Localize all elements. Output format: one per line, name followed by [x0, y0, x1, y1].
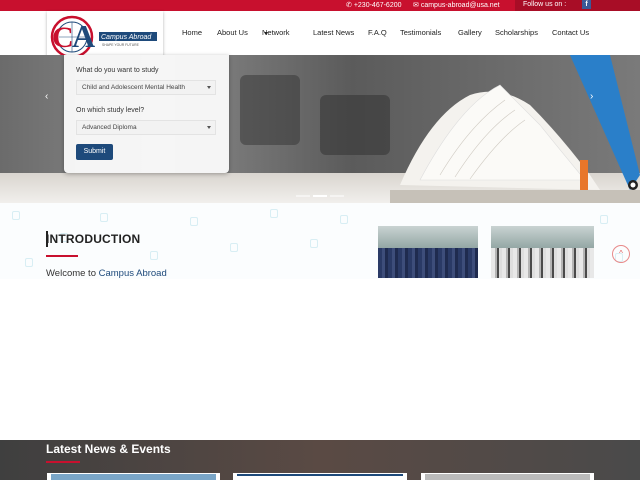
- group-photo-2[interactable]: [491, 226, 594, 278]
- news-card[interactable]: [233, 473, 407, 480]
- nav-testimonials[interactable]: Testimonials: [400, 28, 441, 37]
- slider-dot-active[interactable]: [313, 195, 327, 197]
- phone-icon: ✆: [346, 2, 352, 9]
- follow-us-label: Follow us on :: [515, 0, 640, 11]
- news-card[interactable]: [47, 473, 220, 480]
- submit-button[interactable]: Submit: [76, 144, 113, 160]
- nav-faq[interactable]: F.A.Q: [368, 28, 387, 37]
- news-underline: [46, 461, 80, 463]
- welcome-text: Welcome to Campus Abroad: [46, 268, 167, 279]
- phone-number: +230-467-6200: [353, 2, 402, 9]
- news-card[interactable]: [421, 473, 594, 480]
- email-address: campus-abroad@usa.net: [420, 2, 500, 9]
- latest-news-section: Latest News & Events: [0, 440, 640, 480]
- slider-dot[interactable]: [296, 195, 310, 197]
- logo-letter-a: A: [72, 18, 95, 54]
- top-bar: ✆ +230-467-6200 ✉ campus-abroad@usa.net …: [0, 0, 640, 11]
- news-title: Latest News & Events: [46, 442, 171, 456]
- intro-title: INTRODUCTION: [46, 232, 141, 246]
- logo-name: Campus Abroad: [101, 34, 152, 41]
- study-select[interactable]: Child and Adolescent Mental Health: [76, 80, 216, 95]
- study-label: What do you want to study: [76, 67, 159, 74]
- scroll-top-button[interactable]: ^: [612, 245, 630, 263]
- nav-home[interactable]: Home: [182, 28, 202, 37]
- nav-about-us[interactable]: About Us: [217, 28, 248, 37]
- email-contact[interactable]: ✉ campus-abroad@usa.net: [413, 1, 500, 9]
- group-photo-1[interactable]: [378, 226, 478, 278]
- nav-gallery[interactable]: Gallery: [458, 28, 482, 37]
- main-navbar: C A Campus Abroad SHAPE YOUR FUTURE Home…: [0, 11, 640, 65]
- level-select-value: Advanced Diploma: [82, 124, 137, 131]
- phone-contact[interactable]: ✆ +230-467-6200: [346, 1, 402, 9]
- caret-down-icon: [207, 86, 211, 89]
- envelope-icon: ✉: [413, 2, 419, 9]
- caret-down-icon: [207, 126, 211, 129]
- nav-network-label: Network: [262, 28, 290, 37]
- nav-scholarships[interactable]: Scholarships: [495, 28, 538, 37]
- logo-tagline: SHAPE YOUR FUTURE: [102, 43, 140, 47]
- welcome-prefix: Welcome to: [46, 268, 99, 279]
- facebook-icon[interactable]: f: [582, 0, 591, 9]
- study-select-value: Child and Adolescent Mental Health: [82, 84, 185, 91]
- level-select[interactable]: Advanced Diploma: [76, 120, 216, 135]
- level-label: On which study level?: [76, 107, 145, 114]
- slider-dot[interactable]: [330, 195, 344, 197]
- course-search-panel: What do you want to study Child and Adol…: [64, 55, 229, 173]
- nav-latest-news[interactable]: Latest News: [313, 28, 354, 37]
- logo-letter-c: C: [52, 21, 74, 54]
- slider-next-arrow[interactable]: ›: [590, 91, 593, 102]
- nav-contact-us[interactable]: Contact Us: [552, 28, 589, 37]
- welcome-brand: Campus Abroad: [98, 268, 167, 279]
- nav-network[interactable]: Network: [262, 28, 290, 37]
- slider-prev-arrow[interactable]: ‹: [45, 91, 48, 102]
- intro-underline: [46, 255, 78, 257]
